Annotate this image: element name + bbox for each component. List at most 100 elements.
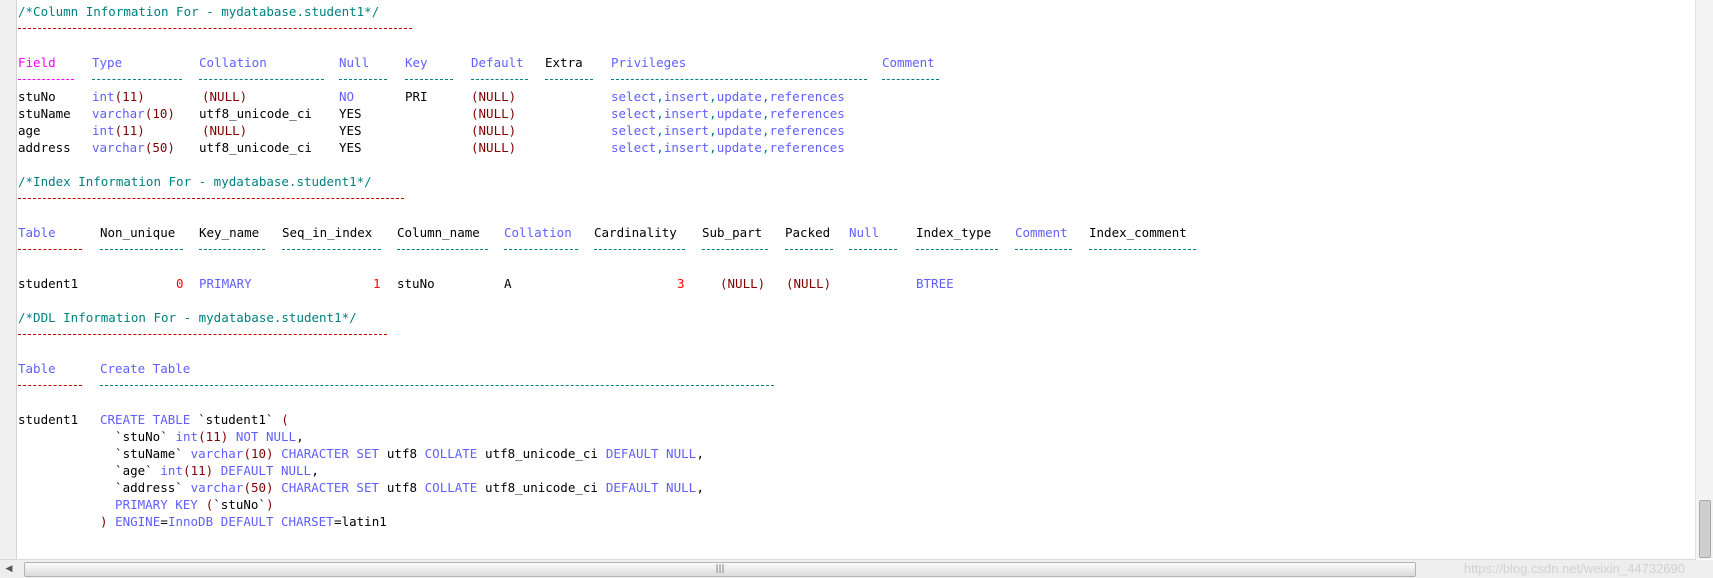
- index-header-collation: Collation: [504, 225, 572, 240]
- column-info-comment: /*Column Information For - mydatabase.st…: [18, 4, 380, 19]
- index-header-underline: [702, 249, 768, 250]
- cell-null: YES: [339, 140, 362, 155]
- column-header-default: Default: [471, 55, 524, 70]
- ddl-token: utf8_unicode_ci: [485, 480, 606, 495]
- column-header-privileges: Privileges: [611, 55, 687, 70]
- column-header-underline: [92, 79, 182, 80]
- cell-column-name: stuNo: [397, 276, 435, 291]
- ddl-token: InnoDB: [167, 514, 221, 529]
- ddl-token: `stuName`: [100, 446, 191, 461]
- column-row: stuNo int (11) (NULL) NO PRI (NULL) select, inse…: [18, 88, 1688, 105]
- ddl-token: ENGINE: [107, 514, 161, 529]
- cell-privilege: select: [611, 140, 657, 155]
- ddl-token: ,: [311, 463, 319, 478]
- ddl-header-underline: [100, 385, 774, 386]
- cell-default: (NULL): [471, 140, 517, 155]
- privilege-separator: ,: [709, 89, 717, 104]
- ddl-token: int: [160, 463, 183, 478]
- ddl-token: utf8: [386, 480, 425, 495]
- index-header-underline: [916, 249, 998, 250]
- index-header-underline: [594, 249, 685, 250]
- index-header-cardinality: Cardinality: [594, 225, 677, 240]
- cell-type-length: (10): [144, 106, 175, 121]
- ddl-token: (11): [198, 429, 229, 444]
- ddl-token: DEFAULT NULL: [605, 446, 697, 461]
- ddl-token: ): [266, 497, 274, 512]
- index-header-seq-in-index: Seq_in_index: [282, 225, 373, 240]
- vertical-scrollbar[interactable]: [1695, 0, 1713, 559]
- sql-result-editor[interactable]: /*Column Information For - mydatabase.st…: [18, 3, 1688, 551]
- watermark: https://blog.csdn.net/weixin_44732690: [1463, 561, 1685, 576]
- ddl-token: (: [281, 412, 289, 427]
- privilege-separator: ,: [709, 140, 717, 155]
- scroll-left-arrow-icon[interactable]: ◀: [2, 563, 16, 575]
- cell-field: stuName: [18, 106, 71, 121]
- index-header-index-type: Index_type: [916, 225, 992, 240]
- index-header-underline: [504, 249, 578, 250]
- cell-type-length: (11): [114, 89, 145, 104]
- cell-null: YES: [339, 123, 362, 138]
- cell-privilege: select: [611, 106, 657, 121]
- ddl-token: `age`: [100, 463, 161, 478]
- ddl-line: `age` int (11) DEFAULT NULL,: [18, 462, 1688, 479]
- index-header-table: Table: [18, 225, 56, 240]
- index-header-underline: [1089, 249, 1196, 250]
- ddl-info-separator: [18, 326, 1688, 343]
- vertical-scroll-thumb[interactable]: [1699, 500, 1711, 558]
- scrollbar-corner: [1696, 560, 1713, 578]
- horizontal-scrollbar[interactable]: ◀ |||: [0, 559, 1696, 578]
- column-info-header-underline: [18, 71, 1688, 88]
- ddl-token: CHARACTER SET: [273, 446, 387, 461]
- privilege-separator: ,: [762, 106, 770, 121]
- ddl-token: COLLATE: [424, 446, 485, 461]
- index-header-index-comment: Index_comment: [1089, 225, 1187, 240]
- cell-privilege: update: [716, 106, 762, 121]
- index-info-header-row: Table Non_unique Key_name Seq_in_index Colum…: [18, 224, 1688, 241]
- ddl-token: (: [205, 497, 214, 512]
- ddl-token: DEFAULT CHARSET: [220, 514, 334, 529]
- ddl-line: `address` varchar (50) CHARACTER SET utf8…: [18, 479, 1688, 496]
- cell-type-name: varchar: [92, 106, 145, 121]
- cell-privilege: references: [769, 123, 845, 138]
- ddl-token: (50): [243, 480, 274, 495]
- cell-field: stuNo: [18, 89, 56, 104]
- horizontal-scroll-thumb[interactable]: |||: [24, 562, 1416, 577]
- cell-privilege: update: [716, 89, 762, 104]
- editor-gutter: [0, 0, 17, 578]
- cell-privilege: references: [769, 140, 845, 155]
- index-header-packed: Packed: [785, 225, 831, 240]
- ddl-header-table: Table: [18, 361, 56, 376]
- privilege-separator: ,: [656, 106, 664, 121]
- cell-table: student1: [18, 276, 79, 291]
- cell-collation: (NULL): [202, 123, 248, 138]
- column-row: stuName varchar (10) utf8_unicode_ci YES (NUL…: [18, 105, 1688, 122]
- ddl-token: PRIMARY KEY: [100, 497, 206, 512]
- ddl-line: `stuNo` int (11) NOT NULL,: [18, 428, 1688, 445]
- column-header-null: Null: [339, 55, 370, 70]
- cell-privilege: insert: [663, 140, 709, 155]
- column-header-field: Field: [18, 55, 56, 70]
- ddl-token: `student1`: [198, 412, 281, 427]
- cell-null: YES: [339, 106, 362, 121]
- index-header-underline: [785, 249, 833, 250]
- column-header-underline: [882, 79, 939, 80]
- ddl-line: student1 CREATE TABLE `student1` (: [18, 411, 1688, 428]
- index-header-underline: [849, 249, 897, 250]
- cell-privilege: update: [716, 140, 762, 155]
- index-info-row: student1 0 PRIMARY 1 stuNo A 3 (NULL) (NULL) BTRE…: [18, 275, 1688, 292]
- column-header-collation: Collation: [199, 55, 267, 70]
- cell-privilege: select: [611, 123, 657, 138]
- ddl-info-header-underline: [18, 377, 1688, 394]
- ddl-info-header-row: Table Create Table: [18, 360, 1688, 377]
- cell-collation: utf8_unicode_ci: [199, 140, 312, 155]
- column-header-underline: [405, 79, 453, 80]
- cell-key: PRI: [405, 89, 428, 104]
- ddl-token: ): [100, 514, 108, 529]
- ddl-token: (11): [183, 463, 214, 478]
- ddl-header-underline: [18, 385, 82, 386]
- ddl-line: PRIMARY KEY (`stuNo`): [18, 496, 1688, 513]
